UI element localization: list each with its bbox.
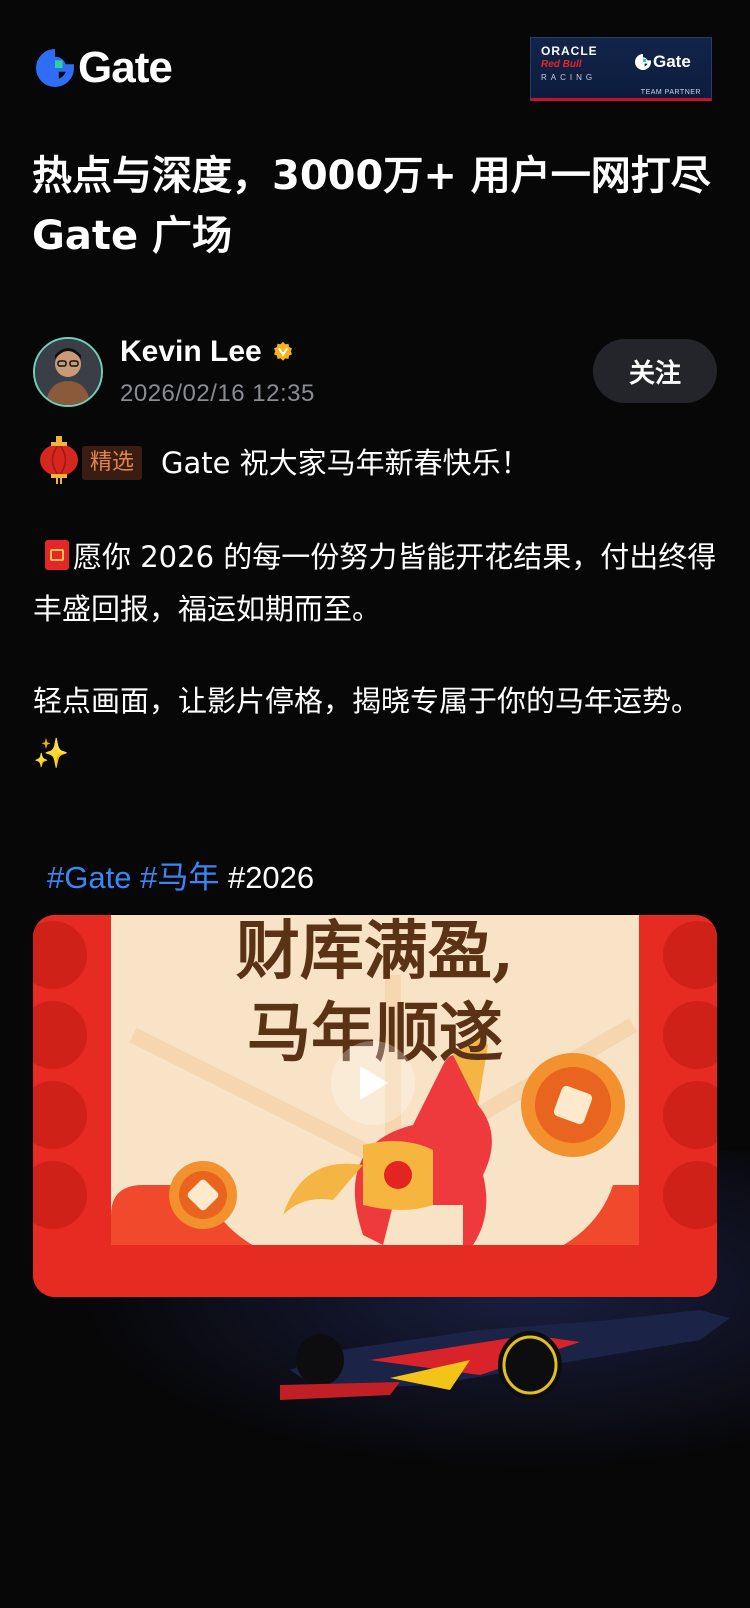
gate-logo[interactable]: Gate [36, 43, 173, 92]
play-button[interactable] [331, 1041, 415, 1125]
hashtag-list: #Gate #马年 #2026 [47, 852, 314, 897]
headline-line-1: 财库满盈, [236, 915, 514, 989]
video-thumbnail[interactable]: 财库满盈, 马年顺遂 [33, 915, 717, 1297]
avatar[interactable] [33, 337, 103, 407]
sparkle-icon: ✨ [33, 736, 70, 770]
hashtag-2026: #2026 [227, 860, 315, 895]
play-icon [360, 1066, 388, 1100]
gate-logo-icon [36, 49, 74, 87]
post-greeting: Gate 祝大家马年新春快乐！ [161, 446, 530, 480]
author-name-row[interactable]: Kevin Lee [120, 335, 294, 369]
featured-badge: 精选 [82, 446, 143, 480]
author-name: Kevin Lee [120, 335, 262, 368]
redbull-text: Red Bull [541, 59, 582, 70]
lantern-icon [40, 436, 78, 484]
gate-logo-icon [635, 54, 651, 70]
logo-text: Gate [78, 43, 173, 92]
verified-badge-icon [273, 341, 292, 361]
hashtag-gate[interactable]: #Gate [47, 860, 131, 895]
post-wish-text: 愿你 2026 的每一份努力皆能开花结果，付出终得丰盛回报，福运如期而至。 [33, 540, 717, 626]
team-partner-text: TEAM PARTNER [640, 89, 701, 96]
team-partner-banner[interactable]: ORACLE Red Bull RACING Gate TEAM PARTNER [530, 37, 712, 101]
red-envelope-icon [45, 540, 69, 570]
partner-gate-logo: Gate [635, 52, 691, 72]
hashtag-horse-year[interactable]: #马年 [140, 860, 219, 895]
post-hint-text: 轻点画面，让影片停格，揭晓专属于你的马年运势。 [33, 684, 701, 718]
post-timestamp: 2026/02/16 12:35 [120, 380, 315, 407]
oracle-text: ORACLE [541, 44, 598, 58]
follow-button[interactable]: 关注 [593, 339, 717, 403]
racing-text: RACING [541, 73, 597, 82]
race-car-image [280, 1310, 730, 1400]
post-paragraph-wish: 愿你 2026 的每一份努力皆能开花结果，付出终得丰盛回报，福运如期而至。 [33, 531, 723, 635]
partner-gate-text: Gate [653, 52, 691, 71]
avatar-image [35, 339, 101, 405]
post-paragraph-hint: 轻点画面，让影片停格，揭晓专属于你的马年运势。 ✨ [33, 675, 723, 779]
page-title: 热点与深度，3000万+ 用户一网打尽 Gate 广场 [32, 153, 711, 259]
